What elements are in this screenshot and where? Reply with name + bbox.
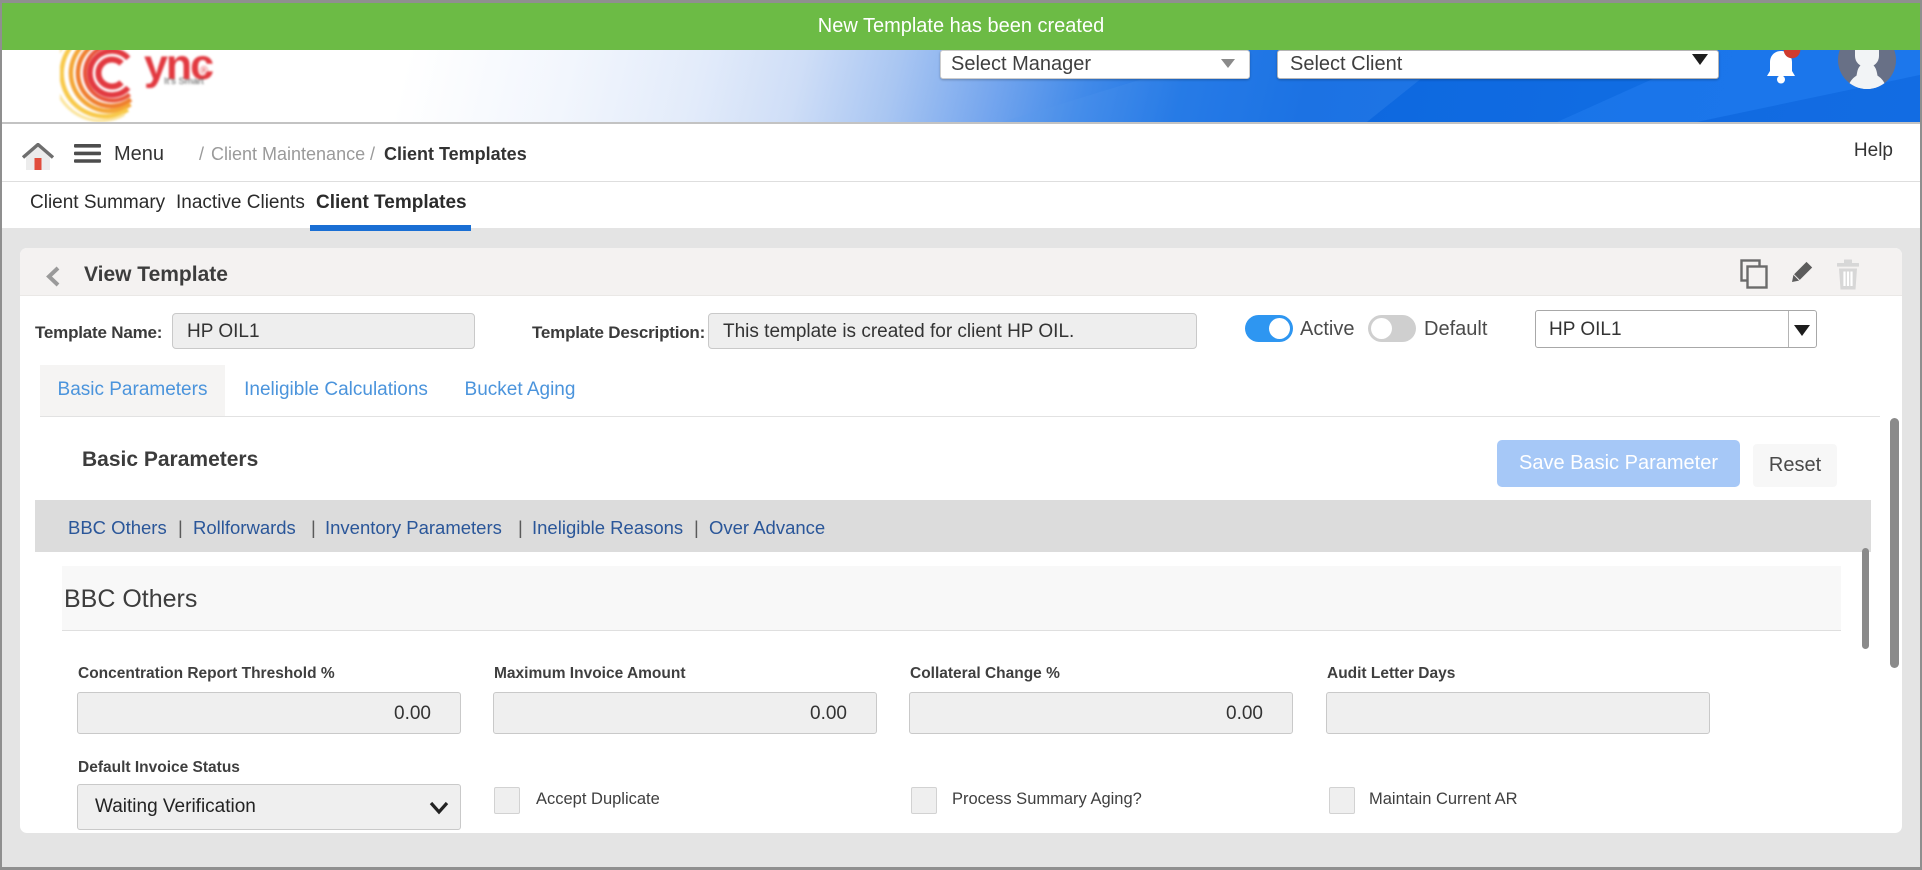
svg-text:It's Smart: It's Smart (164, 76, 204, 87)
